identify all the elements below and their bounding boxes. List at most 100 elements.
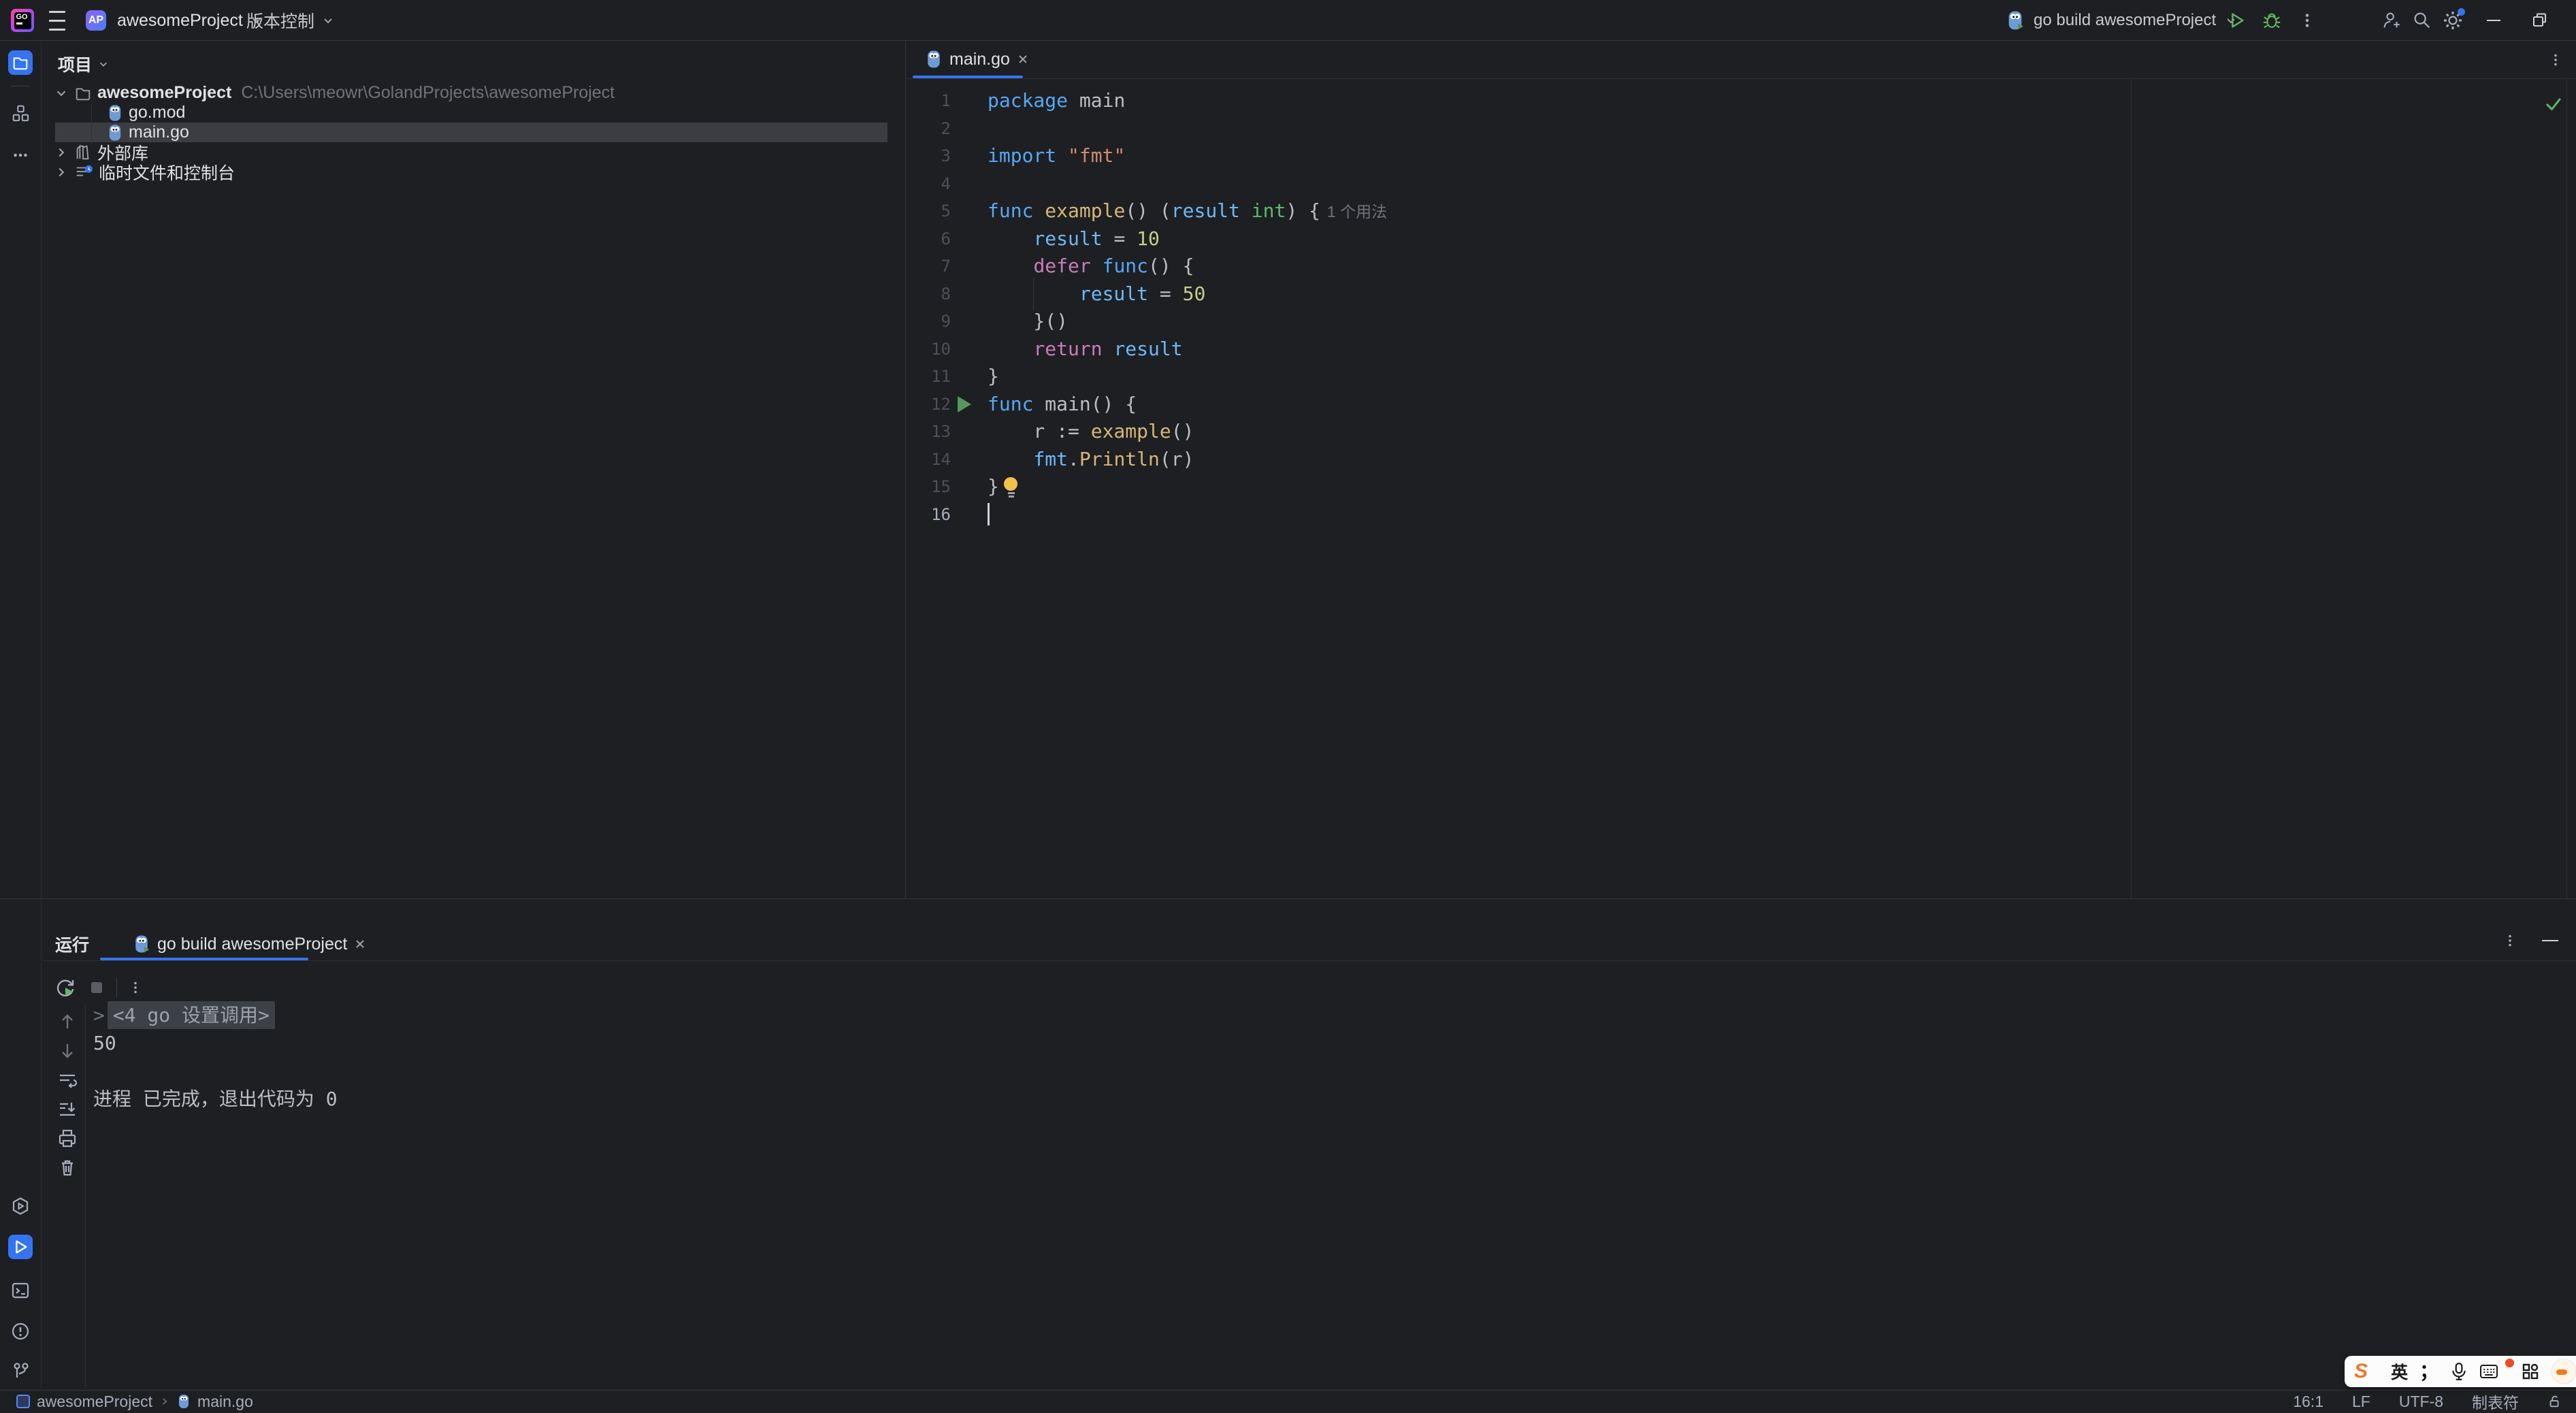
caret-position-widget[interactable]: 16:1: [2293, 1393, 2324, 1411]
line-number[interactable]: 15: [906, 473, 951, 500]
hamburger-menu-icon[interactable]: [49, 0, 65, 41]
tool-window-git-button[interactable]: [8, 1359, 33, 1383]
line-number[interactable]: 13: [906, 418, 951, 445]
line-number[interactable]: 8: [906, 280, 951, 308]
line-number[interactable]: 11: [906, 363, 951, 390]
code-line-11[interactable]: }: [988, 363, 999, 390]
close-run-tab-icon[interactable]: [354, 938, 366, 950]
run-tab[interactable]: go build awesomeProject: [133, 934, 366, 954]
code-line-5[interactable]: func example() (result int) {1 个用法: [988, 197, 1387, 225]
code-with-me-user-button[interactable]: [2381, 10, 2402, 31]
line-number[interactable]: 7: [906, 253, 951, 280]
settings-button[interactable]: [2442, 8, 2465, 31]
line-number[interactable]: 3: [906, 142, 951, 169]
project-panel-header[interactable]: 项目: [58, 52, 110, 76]
run-main-gutter-icon[interactable]: [958, 395, 971, 412]
tree-item-临时文件和控制台[interactable]: 临时文件和控制台: [42, 162, 905, 183]
indent-widget[interactable]: 制表符: [2472, 1390, 2519, 1413]
scroll-to-end-button[interactable]: [56, 1099, 78, 1120]
ime-emoji-icon[interactable]: [2551, 1359, 2576, 1384]
code-line-6[interactable]: result = 10: [988, 225, 1159, 253]
project-switcher[interactable]: awesomeProject: [117, 0, 263, 41]
code-line-14[interactable]: fmt.Println(r): [988, 446, 1194, 473]
ime-punctuation-toggle[interactable]: ；: [2419, 1362, 2439, 1381]
more-tool-windows-button[interactable]: [8, 143, 33, 167]
stop-button[interactable]: [86, 977, 107, 998]
close-tab-icon[interactable]: [1017, 53, 1029, 65]
code-line-7[interactable]: defer func() {: [988, 253, 1194, 280]
status-widgets: 16:1 LF UTF-8 制表符: [2293, 1390, 2562, 1413]
run-panel-options-button[interactable]: [2501, 932, 2519, 949]
code-line-13[interactable]: r := example(): [988, 418, 1194, 445]
line-number[interactable]: 9: [906, 308, 951, 335]
tool-window-project-button[interactable]: [8, 50, 33, 75]
console-line[interactable]: > <4 go 设置调用>: [93, 1001, 275, 1029]
clear-console-button[interactable]: [56, 1157, 78, 1179]
project-avatar[interactable]: AP: [86, 10, 106, 31]
line-number[interactable]: 10: [906, 336, 951, 363]
code-editor[interactable]: 1 package main 2 3 import "fmt" 4 5 func exampl…: [906, 79, 2576, 898]
rerun-button[interactable]: [54, 976, 77, 999]
fold-expand-icon[interactable]: >: [93, 1001, 105, 1029]
code-line-8[interactable]: result = 50: [988, 280, 1205, 308]
breadcrumb[interactable]: awesomeProject main.go: [16, 1393, 253, 1411]
print-button[interactable]: [56, 1128, 78, 1150]
line-ending-widget[interactable]: LF: [2352, 1393, 2370, 1411]
keyboard-icon[interactable]: [2479, 1363, 2498, 1380]
code-line-1[interactable]: package main: [988, 87, 1125, 114]
unlocked-icon[interactable]: [2547, 1394, 2562, 1409]
debug-button[interactable]: [2261, 10, 2283, 31]
tree-item-main.go[interactable]: main.go: [42, 123, 905, 142]
soft-wrap-button[interactable]: [56, 1069, 78, 1091]
restore-window-button[interactable]: [2529, 10, 2551, 31]
code-line-12[interactable]: func main() {: [988, 391, 1137, 418]
code-token: Println: [1079, 447, 1160, 470]
code-line-3[interactable]: import "fmt": [988, 142, 1125, 169]
minimize-window-button[interactable]: [2483, 10, 2505, 31]
tab-main-go[interactable]: main.go: [913, 41, 1041, 78]
line-number[interactable]: 1: [906, 87, 951, 114]
code-line-10[interactable]: return result: [988, 336, 1182, 363]
code-line-15[interactable]: }: [988, 473, 1017, 500]
tool-window-structure-button[interactable]: [8, 101, 33, 125]
sogou-logo-icon[interactable]: S: [2354, 1361, 2368, 1382]
tree-item-awesomeProject[interactable]: awesomeProject C:\Users\meowr\GolandProje…: [42, 83, 905, 103]
line-number[interactable]: 4: [906, 170, 951, 197]
tree-item-go.mod[interactable]: go.mod: [42, 103, 905, 123]
usages-inlay-hint[interactable]: 1 个用法: [1327, 203, 1387, 221]
chevron-down-icon: [97, 58, 110, 70]
next-occurrence-button[interactable]: [56, 1040, 78, 1062]
line-number[interactable]: 16: [906, 501, 951, 528]
microphone-icon[interactable]: [2450, 1362, 2468, 1381]
tool-window-services-button[interactable]: [8, 1194, 33, 1218]
code-line-9[interactable]: }(): [988, 308, 1068, 335]
intention-bulb-icon[interactable]: [1004, 477, 1019, 498]
line-number[interactable]: 2: [906, 115, 951, 142]
tool-window-terminal-button[interactable]: [8, 1278, 33, 1303]
prev-occurrence-button[interactable]: [56, 1011, 78, 1033]
project-tool-window: 项目 awesomeProject C:\Users\meowr\GolandPr…: [42, 41, 905, 898]
ime-toolbox-icon[interactable]: [2522, 1363, 2539, 1380]
folded-output-region[interactable]: <4 go 设置调用>: [107, 1001, 275, 1029]
ime-language-toggle[interactable]: 英: [2391, 1359, 2408, 1384]
tool-window-problems-button[interactable]: [8, 1319, 33, 1344]
tab-list-button[interactable]: [2545, 49, 2566, 71]
run-more-options-button[interactable]: [127, 979, 144, 996]
encoding-widget[interactable]: UTF-8: [2399, 1393, 2443, 1411]
line-number[interactable]: 6: [906, 225, 951, 253]
search-everywhere-button[interactable]: [2411, 10, 2432, 31]
line-number[interactable]: 12: [906, 391, 951, 418]
line-number[interactable]: 14: [906, 446, 951, 473]
line-number[interactable]: 5: [906, 197, 951, 225]
run-configuration-widget[interactable]: go build awesomeProject: [2005, 0, 2238, 41]
breadcrumb-file[interactable]: main.go: [197, 1393, 253, 1411]
breadcrumb-project[interactable]: awesomeProject: [37, 1393, 152, 1411]
hide-panel-button[interactable]: [2542, 940, 2558, 941]
vcs-widget[interactable]: 版本控制: [246, 0, 335, 41]
more-actions-button[interactable]: [2296, 10, 2318, 31]
chevron-right-icon: [159, 1396, 170, 1407]
tool-window-run-button[interactable]: [8, 1235, 33, 1259]
run-button[interactable]: [2226, 10, 2247, 31]
